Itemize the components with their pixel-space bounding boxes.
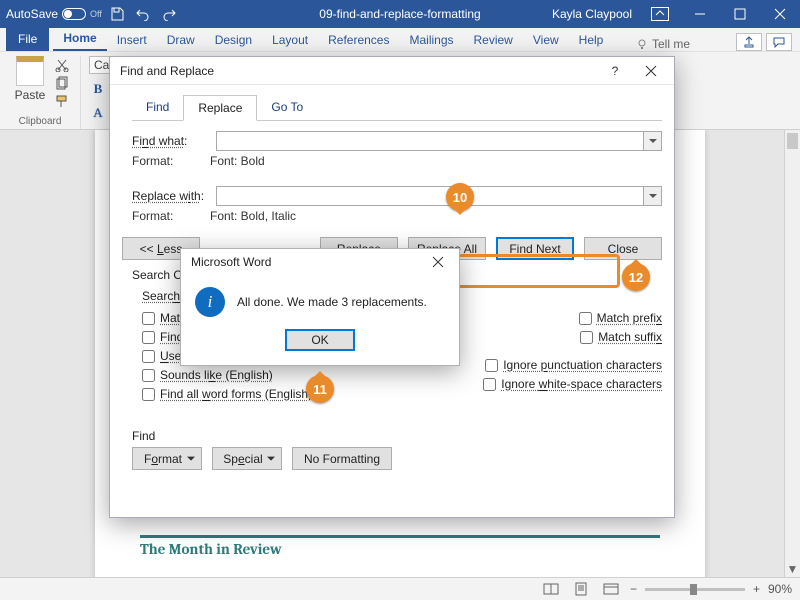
tab-home[interactable]: Home: [53, 27, 106, 51]
cut-icon[interactable]: [54, 58, 70, 72]
info-icon: i: [195, 287, 225, 317]
tab-goto[interactable]: Go To: [257, 95, 317, 120]
scroll-down-icon[interactable]: ▼: [785, 561, 800, 577]
dialog-tabs: Find Replace Go To: [132, 95, 662, 121]
ok-button[interactable]: OK: [285, 329, 355, 351]
tell-me[interactable]: Tell me: [636, 37, 690, 51]
chevron-down-icon[interactable]: [643, 187, 661, 205]
maximize-icon[interactable]: [720, 0, 760, 28]
tab-mailings[interactable]: Mailings: [399, 29, 463, 51]
word-forms-checkbox[interactable]: Find all word forms (English): [142, 387, 312, 401]
callout-12: 12: [622, 263, 650, 291]
no-formatting-button[interactable]: No Formatting: [292, 447, 392, 470]
find-section-label: Find: [132, 429, 662, 443]
zoom-level[interactable]: 90%: [768, 582, 792, 596]
print-layout-icon[interactable]: [570, 581, 592, 597]
window-close-icon[interactable]: [760, 0, 800, 28]
read-mode-icon[interactable]: [540, 581, 562, 597]
callout-11: 11: [306, 375, 334, 403]
tab-replace[interactable]: Replace: [183, 95, 257, 121]
paste-button[interactable]: Paste: [10, 56, 50, 108]
search-direction-label: Search:: [142, 289, 183, 303]
format-label-2: Format:: [132, 209, 210, 223]
share-icon[interactable]: [736, 33, 762, 51]
undo-icon[interactable]: [132, 3, 154, 25]
zoom-out-icon[interactable]: −: [630, 582, 637, 596]
special-dropdown-button[interactable]: Special: [212, 447, 282, 470]
replace-format-value: Font: Bold, Italic: [210, 209, 296, 223]
status-bar: − + 90%: [0, 577, 800, 600]
sounds-like-checkbox[interactable]: Sounds like (English): [142, 368, 312, 382]
dialog-close-icon[interactable]: [634, 60, 668, 82]
document-title: 09-find-and-replace-formatting: [319, 7, 480, 21]
tab-find[interactable]: Find: [132, 95, 183, 120]
bold-button[interactable]: B: [89, 80, 107, 98]
toggle-off-icon: [62, 8, 86, 20]
find-format-value: Font: Bold: [210, 154, 265, 168]
app-titlebar: AutoSave Off 09-find-and-replace-formatt…: [0, 0, 800, 28]
format-dropdown-button[interactable]: Format: [132, 447, 202, 470]
ribbon-tabs: File Home Insert Draw Design Layout Refe…: [0, 28, 800, 52]
format-painter-icon[interactable]: [54, 94, 70, 108]
msgbox-dialog: Microsoft Word i All done. We made 3 rep…: [180, 248, 460, 366]
tab-insert[interactable]: Insert: [107, 29, 157, 51]
tab-review[interactable]: Review: [464, 29, 523, 51]
page-heading: The Month in Review: [140, 540, 660, 558]
match-prefix-checkbox[interactable]: Match prefix: [483, 311, 662, 325]
ribbon-options-icon[interactable]: [640, 0, 680, 28]
redo-icon[interactable]: [158, 3, 180, 25]
zoom-in-icon[interactable]: +: [753, 582, 760, 596]
msgbox-titlebar[interactable]: Microsoft Word: [181, 249, 459, 275]
copy-icon[interactable]: [54, 76, 70, 90]
lightbulb-icon: [636, 38, 648, 50]
web-layout-icon[interactable]: [600, 581, 622, 597]
chevron-down-icon[interactable]: [643, 132, 661, 150]
tab-draw[interactable]: Draw: [157, 29, 205, 51]
vertical-scrollbar[interactable]: ▲ ▼: [784, 130, 800, 577]
msgbox-close-icon[interactable]: [421, 251, 455, 273]
find-what-label: Find what:: [132, 134, 210, 148]
autosave-label: AutoSave: [6, 7, 58, 21]
clipboard-group-label: Clipboard: [10, 116, 70, 129]
zoom-slider[interactable]: [645, 588, 745, 591]
msgbox-text: All done. We made 3 replacements.: [237, 295, 427, 309]
dialog-title: Find and Replace: [120, 64, 214, 78]
clipboard-icon: [16, 56, 44, 86]
tab-layout[interactable]: Layout: [262, 29, 318, 51]
dialog-help-icon[interactable]: ?: [598, 60, 632, 82]
comments-icon[interactable]: [766, 33, 792, 51]
ignore-punct-checkbox[interactable]: Ignore punctuation characters: [483, 358, 662, 372]
file-tab[interactable]: File: [6, 27, 49, 51]
tab-help[interactable]: Help: [569, 29, 614, 51]
user-name[interactable]: Kayla Claypool: [552, 7, 632, 21]
format-label: Format:: [132, 154, 210, 168]
msgbox-title: Microsoft Word: [191, 255, 271, 269]
text-effects-button[interactable]: A: [89, 104, 107, 122]
ignore-whitespace-checkbox[interactable]: Ignore white-space characters: [483, 377, 662, 391]
tab-references[interactable]: References: [318, 29, 399, 51]
find-next-button[interactable]: Find Next: [496, 237, 574, 260]
close-button[interactable]: Close: [584, 237, 662, 260]
scroll-thumb[interactable]: [787, 133, 798, 149]
find-what-input[interactable]: [216, 131, 662, 151]
save-icon[interactable]: [106, 3, 128, 25]
tab-design[interactable]: Design: [205, 29, 262, 51]
callout-10: 10: [446, 183, 474, 211]
tab-view[interactable]: View: [523, 29, 569, 51]
minimize-icon[interactable]: [680, 0, 720, 28]
autosave-toggle[interactable]: AutoSave Off: [6, 7, 102, 21]
dialog-titlebar[interactable]: Find and Replace ?: [110, 57, 674, 85]
replace-with-input[interactable]: [216, 186, 662, 206]
replace-with-label: Replace with:: [132, 189, 210, 203]
match-suffix-checkbox[interactable]: Match suffix: [483, 330, 662, 344]
